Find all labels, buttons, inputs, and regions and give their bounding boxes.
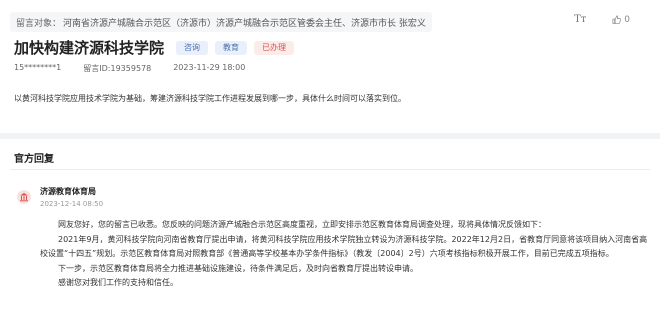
government-building-icon <box>17 190 31 204</box>
target-value: 河南省济源产城融合示范区（济源市）济源产城融合示范区管委会主任、济源市市长 张宏… <box>63 18 426 29</box>
target-label: 留言对象： <box>16 18 62 29</box>
message-user: 15********1 <box>14 63 62 72</box>
reply-content: 网友您好，您的留言已收悉。您反映的问题济源产城融合示范区高度重视，立即安排示范区… <box>40 218 648 291</box>
thumbs-up-icon <box>612 15 622 24</box>
page-title: 加快构建济源科技学院 <box>14 39 165 57</box>
like-count: 0 <box>624 14 630 25</box>
reply-org-name: 济源教育体育局 <box>40 187 96 196</box>
reply-paragraph: 网友您好，您的留言已收悉。您反映的问题济源产城融合示范区高度重视，立即安排示范区… <box>58 220 546 229</box>
tag-education: 教育 <box>215 40 248 55</box>
section-divider <box>0 133 660 139</box>
message-date: 2023-11-29 18:00 <box>173 63 246 72</box>
reply-section-title: 官方回复 <box>14 154 54 165</box>
message-id: 留言ID:19359578 <box>83 64 152 73</box>
reply-paragraph: 感谢您对我们工作的支持和信任。 <box>58 278 178 287</box>
top-tools: Tт 0 <box>574 14 630 25</box>
status-badge: 已办理 <box>254 40 295 55</box>
fontsize-icon[interactable]: Tт <box>574 14 586 25</box>
message-meta: 15********1 留言ID:19359578 2023-11-29 18:… <box>14 63 245 74</box>
message-content: 以黄河科技学院应用技术学院为基础，筹建济源科技学院工作进程发展到哪一步，具体什么… <box>14 94 406 103</box>
title-row: 加快构建济源科技学院 咨询 教育 已办理 <box>14 37 301 58</box>
reply-header-line <box>10 169 650 170</box>
message-detail-page: 留言对象： 河南省济源产城融合示范区（济源市）济源产城融合示范区管委会主任、济源… <box>0 0 660 313</box>
like-button[interactable]: 0 <box>612 15 630 25</box>
message-target-bar: 留言对象： 河南省济源产城融合示范区（济源市）济源产城融合示范区管委会主任、济源… <box>10 12 432 32</box>
tag-consult: 咨询 <box>176 40 209 55</box>
reply-paragraph: 2021年9月，黄河科技学院向河南省教育厅提出申请，将黄河科技学院应用技术学院独… <box>40 234 648 259</box>
reply-paragraph: 下一步，示范区教育体育局将全力推进基础设施建设，待条件满足后，及时向省教育厅提出… <box>58 263 418 273</box>
reply-time: 2023-12-14 08:50 <box>40 200 104 208</box>
